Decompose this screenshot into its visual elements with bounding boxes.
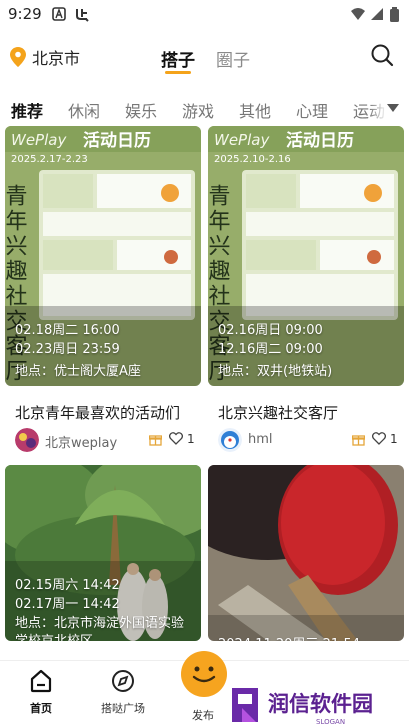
activity-card-image[interactable]: 2024.11.20周三 21:54 bbox=[208, 465, 404, 641]
status-time: 9:29 bbox=[8, 5, 42, 23]
city-label: 北京市 bbox=[32, 49, 81, 68]
notification-app-icon bbox=[76, 9, 89, 22]
category-qita[interactable]: 其他 bbox=[239, 98, 271, 122]
tab-quanzi[interactable]: 圈子 bbox=[216, 46, 250, 71]
card-end-date: 12.16周二 09:00 bbox=[218, 342, 323, 357]
category-tuijian[interactable]: 推荐 bbox=[11, 98, 43, 122]
activity-card-image[interactable]: WePlay 活动日历 2025.2.17-2.23 青年兴趣社交客厅 02.1… bbox=[5, 126, 201, 386]
watermark-slogan: SLOGAN bbox=[316, 718, 345, 726]
card-title[interactable]: 北京青年最喜欢的活动们 bbox=[15, 402, 180, 423]
card-author[interactable]: 北京weplay bbox=[45, 432, 117, 451]
card-start-date: 02.15周六 14:42 bbox=[15, 578, 120, 593]
card-location: 地点：双井(地铁站) bbox=[218, 364, 333, 379]
like-count: 1 bbox=[390, 432, 398, 446]
tab-dazi[interactable]: 搭子 bbox=[161, 46, 195, 71]
nav-home[interactable]: 首页 bbox=[6, 669, 76, 716]
pingpong-photo bbox=[208, 465, 404, 641]
cell-signal-icon bbox=[371, 8, 383, 20]
battery-icon bbox=[390, 7, 399, 22]
card-start-date: 02.18周二 16:00 bbox=[15, 323, 120, 338]
compass-icon bbox=[112, 670, 134, 692]
card-title[interactable]: 北京兴趣社交客厅 bbox=[218, 402, 338, 423]
like-count: 1 bbox=[187, 432, 195, 446]
card-date: 2024.11.20周三 21:54 bbox=[218, 633, 360, 641]
home-icon bbox=[30, 669, 52, 693]
poster-range: 2025.2.17-2.23 bbox=[11, 154, 88, 165]
gift-icon[interactable] bbox=[149, 433, 162, 446]
card-start-date: 02.16周日 09:00 bbox=[218, 323, 323, 338]
smiley-icon bbox=[192, 666, 216, 683]
heart-icon[interactable] bbox=[169, 432, 183, 445]
top-bar: 北京市 搭子 圈子 bbox=[0, 38, 409, 78]
card-end-date: 02.17周一 14:42 bbox=[15, 597, 120, 612]
poster-brand: WePlay bbox=[214, 131, 270, 149]
city-selector[interactable]: 北京市 bbox=[10, 45, 80, 69]
category-youxi[interactable]: 游戏 bbox=[182, 98, 214, 122]
category-bar: 推荐 休闲 娱乐 游戏 其他 心理 运动 bbox=[0, 90, 409, 126]
card-meta: hml 1 bbox=[218, 428, 409, 454]
gift-icon[interactable] bbox=[352, 433, 365, 446]
activity-card-image[interactable]: WePlay 活动日历 2025.2.10-2.16 青年兴趣社交客厅 02.1… bbox=[208, 126, 404, 386]
watermark-logo: 润信软件园 SLOGAN bbox=[228, 682, 409, 727]
wifi-icon bbox=[351, 8, 365, 20]
status-bar: 9:29 bbox=[0, 0, 409, 30]
avatar[interactable] bbox=[218, 428, 242, 452]
category-dropdown-icon[interactable] bbox=[387, 104, 399, 112]
publish-button[interactable] bbox=[181, 651, 227, 697]
card-location: 地点：优士阁大厦A座 bbox=[15, 364, 141, 379]
poster-range: 2025.2.10-2.16 bbox=[214, 154, 291, 165]
nav-home-label: 首页 bbox=[30, 702, 52, 715]
nav-plaza[interactable]: 搭哒广场 bbox=[88, 669, 158, 716]
avatar[interactable] bbox=[15, 428, 39, 452]
poster-heading: 活动日历 bbox=[286, 130, 354, 151]
category-yule[interactable]: 娱乐 bbox=[125, 98, 157, 122]
card-location: 地点：北京市海淀外国语实验学校京北校区 bbox=[15, 616, 185, 641]
poster-heading: 活动日历 bbox=[83, 130, 151, 151]
notification-a-icon bbox=[52, 7, 66, 21]
watermark-title: 润信软件园 bbox=[268, 692, 373, 716]
card-meta: 北京weplay 1 bbox=[15, 428, 211, 454]
active-tab-indicator bbox=[165, 71, 191, 74]
card-end-date: 02.23周日 23:59 bbox=[15, 342, 120, 357]
activity-card-image[interactable]: 02.15周六 14:42 02.17周一 14:42 地点：北京市海淀外国语实… bbox=[5, 465, 201, 641]
category-xinli[interactable]: 心理 bbox=[296, 98, 328, 122]
watermark-graphic: 润信软件园 SLOGAN bbox=[228, 682, 409, 727]
poster-brand: WePlay bbox=[11, 131, 67, 149]
location-pin-icon bbox=[10, 47, 26, 67]
card-author[interactable]: hml bbox=[248, 432, 273, 447]
search-icon[interactable] bbox=[370, 43, 394, 67]
nav-plaza-label: 搭哒广场 bbox=[101, 702, 145, 715]
heart-icon[interactable] bbox=[372, 432, 386, 445]
category-xiuxian[interactable]: 休闲 bbox=[68, 98, 100, 122]
